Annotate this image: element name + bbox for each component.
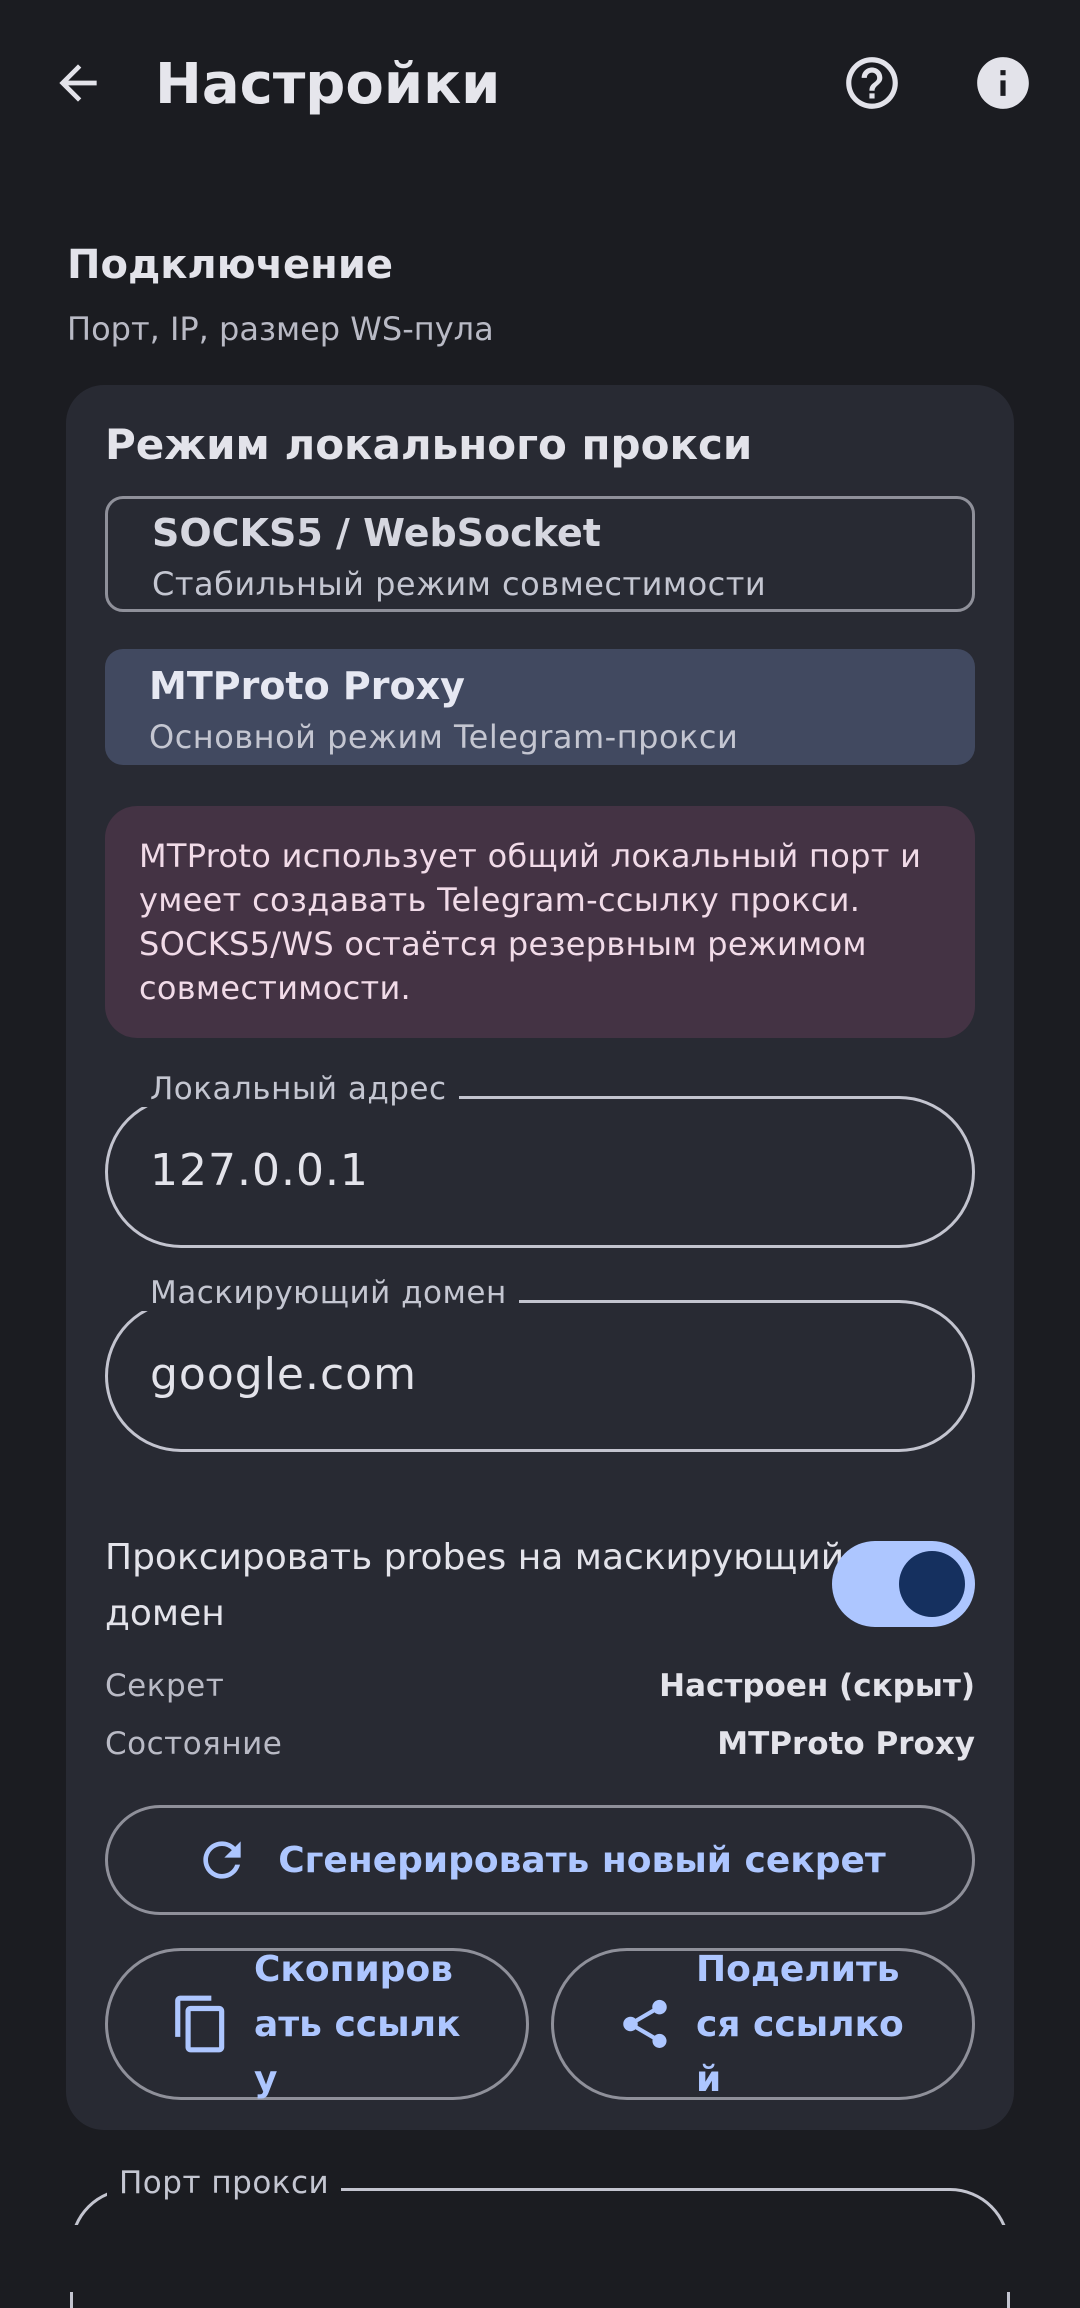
help-button[interactable]	[834, 45, 910, 121]
field-label: Локальный адрес	[138, 1071, 459, 1107]
copy-icon	[175, 1995, 225, 2053]
help-circle-icon	[846, 57, 898, 109]
mode-name: SOCKS5 / WebSocket	[152, 511, 601, 555]
share-icon	[623, 1999, 667, 2048]
mask-domain-input[interactable]: google.com	[150, 1349, 417, 1400]
info-icon	[977, 57, 1029, 109]
section-title: Подключение	[67, 242, 393, 288]
share-link-button[interactable]: Поделиться ссылкой	[551, 1948, 975, 2100]
mode-description: Стабильный режим совместимости	[152, 565, 767, 603]
mode-description: Основной режим Telegram-прокси	[149, 718, 739, 756]
mask-domain-field[interactable]: Маскирующий домен google.com	[105, 1275, 975, 1452]
status-row: Состояние MTProto Proxy	[105, 1726, 975, 1772]
refresh-icon	[203, 1841, 241, 1879]
copy-link-label: Скопировать ссылку	[254, 1948, 461, 2100]
probe-toggle-switch[interactable]	[832, 1541, 975, 1627]
notice-text: MTProto использует общий локальный порт …	[139, 837, 922, 1007]
info-button[interactable]	[965, 45, 1041, 121]
top-app-bar: Настройки	[0, 0, 1080, 170]
share-link-label: Поделиться ссылкой	[696, 1948, 904, 2100]
screen-bottom	[0, 2225, 1080, 2292]
generate-secret-label: Сгенерировать новый секрет	[278, 1839, 886, 1881]
copy-link-button[interactable]: Скопировать ссылку	[105, 1948, 529, 2100]
mode-option-socks5[interactable]: SOCKS5 / WebSocket Стабильный режим совм…	[105, 496, 975, 612]
probe-toggle-label: Проксировать probes на маскирующий домен	[105, 1537, 845, 1634]
back-button[interactable]	[40, 45, 116, 121]
secret-row: Секрет Настроен (скрыт)	[105, 1668, 975, 1714]
secret-label: Секрет	[105, 1668, 225, 1704]
mode-option-mtproto[interactable]: MTProto Proxy Основной режим Telegram-пр…	[105, 649, 975, 765]
arrow-back-icon	[59, 64, 97, 102]
card-title: Режим локального прокси	[105, 420, 753, 469]
mode-name: MTProto Proxy	[149, 664, 465, 708]
mode-notice: MTProto использует общий локальный порт …	[105, 806, 975, 1038]
field-label: Маскирующий домен	[138, 1275, 519, 1311]
status-value: MTProto Proxy	[717, 1726, 975, 1762]
local-address-field[interactable]: Локальный адрес 127.0.0.1	[105, 1071, 975, 1248]
status-label: Состояние	[105, 1726, 283, 1762]
field-label: Порт прокси	[107, 2165, 342, 2201]
generate-secret-button[interactable]: Сгенерировать новый секрет	[105, 1805, 975, 1915]
local-address-input[interactable]: 127.0.0.1	[150, 1145, 369, 1196]
section-subtitle: Порт, IP, размер WS-пула	[67, 310, 494, 348]
page-title: Настройки	[155, 52, 501, 117]
secret-value: Настроен (скрыт)	[659, 1668, 975, 1704]
switch-knob	[899, 1551, 965, 1617]
